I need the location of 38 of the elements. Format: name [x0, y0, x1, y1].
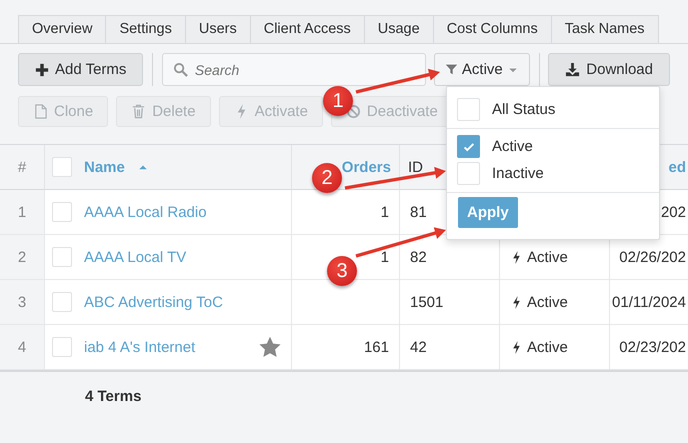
plus-icon [35, 62, 49, 76]
tab[interactable]: Usage [364, 15, 434, 43]
row-number: 3 [0, 280, 45, 325]
row-number: 4 [0, 325, 45, 370]
download-button[interactable]: Download [548, 53, 670, 86]
tab[interactable]: Users [186, 15, 251, 43]
table-cell: 02/23/202 [610, 325, 688, 370]
funnel-icon [444, 63, 458, 76]
step-badge: 1 [323, 86, 353, 116]
status-filter-button[interactable]: Active [434, 53, 530, 86]
table-cell: 1 [292, 190, 400, 235]
search-icon [172, 62, 188, 77]
table-cell: 82 [400, 235, 500, 280]
status-text: Active [527, 294, 568, 310]
option-label[interactable]: All Status [492, 101, 556, 118]
ban-icon [346, 104, 361, 119]
table-cell: 161 [292, 325, 400, 370]
download-icon [565, 62, 580, 77]
tab[interactable]: Settings [106, 15, 186, 43]
table-cell: 42 [400, 325, 500, 370]
row-number: 1 [0, 190, 45, 235]
row-number: 2 [0, 235, 45, 280]
column-header: # [0, 145, 45, 190]
search-field[interactable]: Search [162, 53, 426, 86]
tab[interactable]: Cost Columns [434, 15, 552, 43]
status-text: Active [527, 338, 568, 356]
status-text: Active [527, 248, 568, 266]
tab[interactable]: Task Names [552, 15, 659, 43]
tab[interactable]: Overview [18, 15, 106, 43]
table-cell: 02/26/202 [610, 235, 688, 280]
trash-icon [131, 104, 146, 119]
checkbox[interactable] [457, 135, 480, 158]
table-cell: 01/11/2024 [610, 280, 688, 325]
file-icon [33, 104, 48, 119]
tab[interactable]: Client Access [250, 15, 365, 43]
table-cell: 1501 [400, 280, 500, 325]
add-terms-button[interactable]: Add Terms [18, 53, 144, 86]
term-count: 4 Terms [84, 387, 142, 405]
